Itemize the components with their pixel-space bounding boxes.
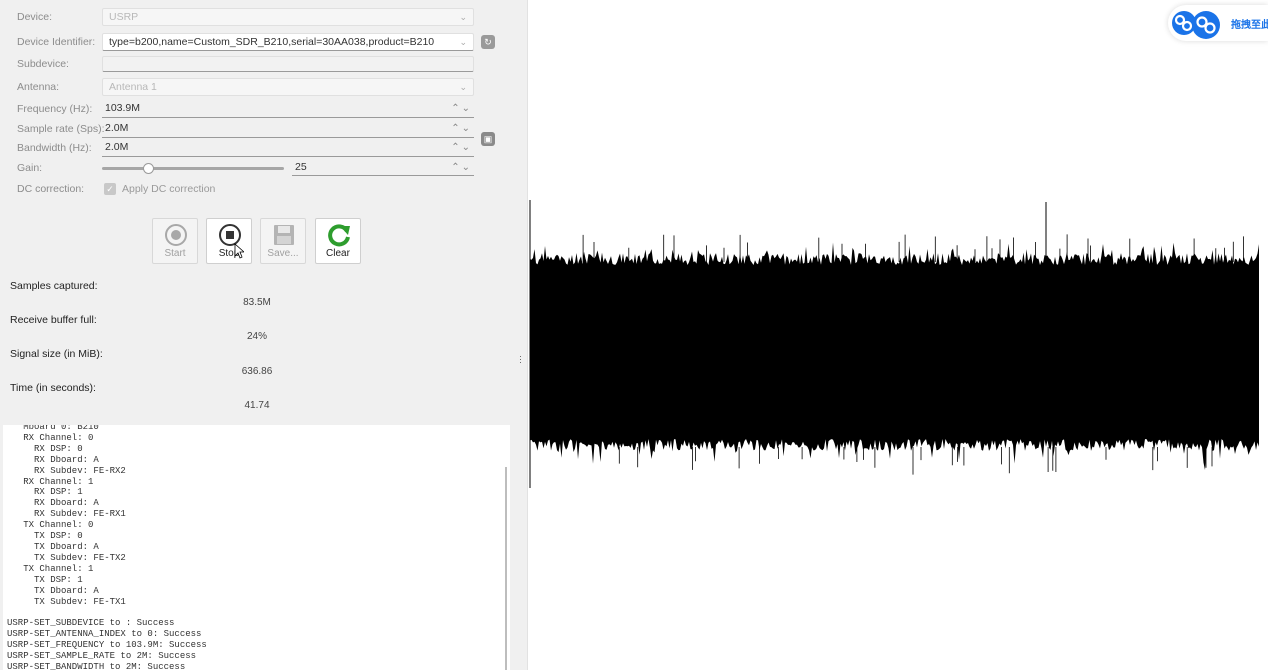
dc-correction-label: DC correction: <box>17 183 85 195</box>
chevron-down-icon: ⌄ <box>459 12 467 22</box>
gain-spinbox[interactable]: 25 ⌃⌄ <box>292 159 474 176</box>
settings-panel: Device: USRP ⌄ Device Identifier: type=b… <box>0 0 518 670</box>
log-output[interactable]: Mboard 0: B210 RX Channel: 0 RX DSP: 0 R… <box>3 425 510 670</box>
splitter-grip-icon[interactable]: · · · <box>519 352 522 367</box>
waveform-plot[interactable] <box>528 0 1268 670</box>
buffer-full-value: 24% <box>246 331 267 342</box>
time-value: 41.74 <box>244 400 270 411</box>
samples-captured-value: 83.5M <box>243 297 271 308</box>
spin-arrows-icon[interactable]: ⌃⌄ <box>451 139 472 156</box>
panel-splitter[interactable] <box>518 0 528 670</box>
gain-slider-track[interactable] <box>102 167 284 170</box>
antenna-combo[interactable]: Antenna 1 ⌄ <box>102 78 474 96</box>
drag-drop-text: 拖拽至此 <box>1231 20 1268 31</box>
spin-arrows-icon[interactable]: ⌃⌄ <box>451 100 472 117</box>
floppy-disk-icon <box>274 225 294 245</box>
frequency-spinbox[interactable]: 103.9M ⌃⌄ <box>102 100 474 118</box>
dc-correction-checkbox[interactable]: ✓ <box>104 183 116 195</box>
signal-size-label: Signal size (in MiB): <box>10 348 103 360</box>
bandwidth-spinbox[interactable]: 2.0M ⌃⌄ <box>102 139 474 157</box>
link-rate-bandwidth-button[interactable]: ▣ <box>481 132 495 146</box>
lock-icon: ▣ <box>483 134 493 144</box>
samples-captured-label: Samples captured: <box>10 280 98 292</box>
chevron-down-icon: ⌄ <box>459 82 467 92</box>
waveform-envelope <box>530 242 1259 470</box>
save-button[interactable]: Save... <box>260 218 306 264</box>
device-identifier-value: type=b200,name=Custom_SDR_B210,serial=30… <box>109 36 435 48</box>
gain-value: 25 <box>295 161 307 173</box>
clear-button-label: Clear <box>326 248 350 259</box>
frequency-value: 103.9M <box>105 102 141 114</box>
refresh-green-icon <box>328 224 350 247</box>
signal-view[interactable] <box>528 0 1268 670</box>
frequency-label: Frequency (Hz): <box>17 103 93 115</box>
time-label: Time (in seconds): <box>10 382 96 394</box>
antenna-label: Antenna: <box>17 81 60 93</box>
device-combo[interactable]: USRP ⌄ <box>102 8 474 26</box>
start-button[interactable]: Start <box>152 218 198 264</box>
mouse-cursor-icon <box>234 243 244 259</box>
gain-label: Gain: <box>17 162 43 174</box>
device-identifier-label: Device Identifier: <box>17 36 96 48</box>
clear-button[interactable]: Clear <box>315 218 361 264</box>
dc-correction-checkbox-label[interactable]: Apply DC correction <box>122 180 215 198</box>
buffer-full-label: Receive buffer full: <box>10 314 97 326</box>
device-identifier-combo[interactable]: type=b200,name=Custom_SDR_B210,serial=30… <box>102 33 474 51</box>
spin-arrows-icon[interactable]: ⌃⌄ <box>451 159 472 176</box>
app-window: Device: USRP ⌄ Device Identifier: type=b… <box>0 0 1268 670</box>
antenna-value: Antenna 1 <box>109 81 157 93</box>
device-label: Device: <box>17 11 53 23</box>
stop-button[interactable]: Stop <box>206 218 252 264</box>
record-icon <box>165 224 187 246</box>
bandwidth-value: 2.0M <box>105 141 129 153</box>
drag-drop-badge[interactable]: 拖拽至此 <box>1168 5 1268 41</box>
refresh-icon: ↻ <box>484 37 492 47</box>
signal-size-value: 636.86 <box>241 366 273 377</box>
save-button-label: Save... <box>267 248 299 259</box>
chevron-down-icon: ⌄ <box>459 37 467 47</box>
bandwidth-label: Bandwidth (Hz): <box>17 142 92 154</box>
gain-slider-handle[interactable] <box>142 163 154 174</box>
cloud-logo-icon <box>1172 11 1220 39</box>
log-text: Mboard 0: B210 RX Channel: 0 RX DSP: 0 R… <box>7 425 207 670</box>
sample-rate-value: 2.0M <box>105 122 129 134</box>
log-scrollbar[interactable] <box>505 467 507 670</box>
sample-rate-spinbox[interactable]: 2.0M ⌃⌄ <box>102 120 474 138</box>
spin-arrows-icon[interactable]: ⌃⌄ <box>451 120 472 137</box>
subdevice-label: Subdevice: <box>17 58 69 70</box>
stop-button-label: Stop <box>218 248 240 259</box>
device-value: USRP <box>109 11 139 23</box>
sample-rate-label: Sample rate (Sps): <box>17 123 105 135</box>
refresh-devices-button[interactable]: ↻ <box>481 35 495 49</box>
start-button-label: Start <box>164 248 186 259</box>
checkmark-icon: ✓ <box>106 184 114 194</box>
subdevice-input[interactable] <box>102 56 474 72</box>
